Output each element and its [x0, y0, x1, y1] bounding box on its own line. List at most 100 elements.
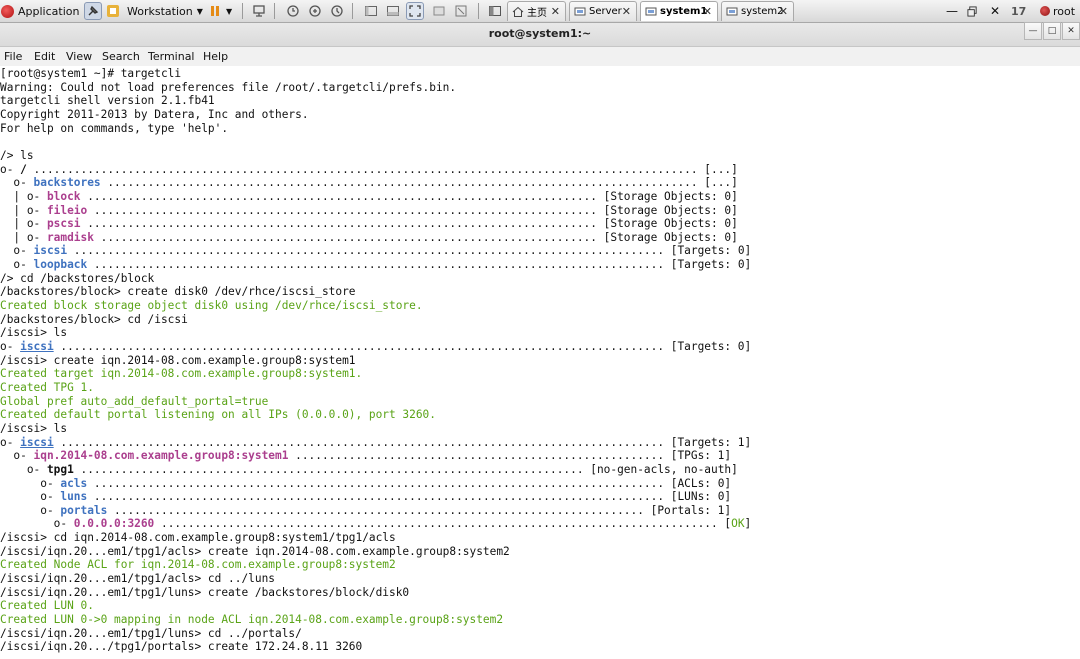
menu-terminal[interactable]: Terminal — [148, 50, 195, 63]
snapshot-manager-icon[interactable] — [328, 2, 346, 20]
sidebar-view-icon[interactable] — [362, 2, 380, 20]
applications-menu[interactable]: Application — [1, 2, 81, 20]
workstation-menu[interactable]: Workstation ▼ — [124, 2, 203, 20]
terminal-line: /iscsi> ls — [0, 422, 67, 436]
divider — [478, 3, 479, 19]
terminal-text: Copyright 2011-2013 by Datera, Inc and o… — [0, 107, 309, 121]
terminal-text: targetcli shell version 2.1.fb41 — [0, 94, 215, 108]
terminal-line: /iscsi/iqn.20...em1/tpg1/acls> create iq… — [0, 545, 510, 559]
terminal-text: [root@system1 ~]# targetcli — [0, 67, 182, 80]
terminal-text: block — [46, 189, 81, 203]
terminal-text: | o- — [0, 230, 47, 244]
terminal-text: Created Node ACL for iqn.2014-08.com.exa… — [0, 558, 396, 572]
terminal-line: /backstores/block> create disk0 /dev/rhc… — [0, 285, 355, 299]
terminal-text: /iscsi/iqn.20...em1/tpg1/luns> create /b… — [0, 585, 410, 599]
terminal-text: o- — [0, 490, 61, 504]
terminal-line: o- iscsi ...............................… — [0, 436, 751, 450]
console-view-icon[interactable] — [384, 2, 402, 20]
terminal-text: ........................................… — [288, 449, 732, 463]
terminal-text: Global pref auto_add_default_portal=true — [0, 394, 269, 408]
window-titlebar[interactable]: root@system1:~ — [0, 23, 1080, 47]
restore-icon[interactable] — [967, 2, 981, 20]
terminal-text: loopback — [33, 258, 88, 272]
terminal-text: ........................................… — [93, 230, 738, 244]
terminal-text: ramdisk — [46, 230, 94, 244]
terminal-text: iscsi — [20, 435, 54, 449]
close-icon[interactable]: ✕ — [551, 5, 560, 18]
stretch-icon[interactable] — [452, 2, 470, 20]
fullscreen-icon[interactable] — [406, 2, 424, 20]
terminal-line: /> ls — [0, 149, 34, 163]
terminal-text: ........................................… — [80, 217, 738, 231]
terminal-text: acls — [60, 476, 88, 490]
user-icon — [1040, 6, 1050, 16]
menu-help[interactable]: Help — [203, 50, 228, 63]
close-icon[interactable]: ✕ — [1062, 22, 1080, 40]
applications-label: Application — [18, 4, 80, 18]
menu-edit[interactable]: Edit — [34, 50, 55, 63]
terminal-line: o- portals .............................… — [0, 504, 731, 518]
tab-server[interactable]: Server ✕ — [569, 1, 637, 21]
terminal-line: Created block storage object disk0 using… — [0, 299, 423, 313]
terminal-text: Created LUN 0->0 mapping in node ACL iqn… — [0, 613, 504, 626]
terminal-line: o- 0.0.0.0:3260 ........................… — [0, 517, 752, 531]
terminal-line: o- acls ................................… — [0, 477, 731, 491]
terminal-text: fileio — [46, 203, 88, 217]
menu-view[interactable]: View — [66, 50, 92, 63]
terminal-text: o- — [0, 435, 21, 449]
terminal-text: ........................................… — [87, 203, 738, 217]
terminal-text: /> cd /backstores/block — [0, 271, 155, 285]
close-icon[interactable]: ✕ — [622, 5, 631, 18]
terminal-text: /iscsi/iqn.20.../tpg1/portals> create 17… — [0, 640, 363, 654]
terminal-text: /iscsi/iqn.20...em1/tpg1/luns> cd ../por… — [0, 626, 302, 640]
terminal-text: Created target iqn.2014-08.com.example.g… — [0, 367, 363, 381]
vm-icon — [645, 6, 657, 18]
terminal-text: ] — [744, 517, 752, 531]
pin-icon[interactable] — [84, 2, 102, 20]
network-icon[interactable] — [250, 2, 268, 20]
terminal-line: /iscsi> cd iqn.2014-08.com.example.group… — [0, 531, 396, 545]
snapshot-back-icon[interactable] — [284, 2, 302, 20]
pause-dropdown-icon[interactable]: ▼ — [226, 2, 236, 20]
terminal-text: /> ls — [0, 148, 34, 162]
close-icon[interactable]: ✕ — [990, 2, 1004, 20]
terminal-line: o- loopback ............................… — [0, 258, 751, 272]
terminal-line: o- backstores ..........................… — [0, 176, 737, 190]
menu-search[interactable]: Search — [102, 50, 140, 63]
divider — [242, 3, 243, 19]
terminal-line: | o- fileio ............................… — [0, 203, 738, 218]
window-title: root@system1:~ — [488, 27, 592, 40]
tab-home[interactable]: 主页 ✕ — [507, 1, 566, 21]
pause-icon[interactable] — [206, 2, 224, 20]
terminal-text: /iscsi> ls — [0, 326, 68, 340]
terminal-line: o- iscsi ...............................… — [0, 244, 751, 258]
snapshot-take-icon[interactable] — [306, 2, 324, 20]
terminal-line: /> cd /backstores/block — [0, 272, 154, 286]
terminal-line: /iscsi> create iqn.2014-08.com.example.g… — [0, 354, 355, 368]
terminal-text: Created LUN 0. — [0, 599, 94, 613]
terminal-area[interactable]: [root@system1 ~]# targetcli Warning: Coul… — [0, 66, 1080, 659]
user-menu[interactable]: root — [1040, 2, 1080, 20]
minimize-icon[interactable]: — — [946, 2, 960, 20]
terminal-text: Created block storage object disk0 using… — [0, 299, 423, 313]
library-icon[interactable] — [486, 2, 504, 20]
tab-label: Server — [589, 6, 622, 17]
terminal-text: /iscsi> cd iqn.2014-08.com.example.group… — [0, 531, 396, 545]
terminal-line: o- luns ................................… — [0, 490, 731, 504]
minimize-icon[interactable]: — — [1024, 22, 1042, 40]
terminal-text: ........................................… — [73, 462, 738, 476]
unity-icon[interactable] — [430, 2, 448, 20]
tab-system1[interactable]: system1 ✕ — [640, 1, 718, 21]
terminal-text: o- — [0, 462, 47, 476]
terminal-text: ........................................… — [53, 435, 752, 449]
terminal-text: iscsi — [20, 340, 54, 353]
terminal-line: | o- block .............................… — [0, 189, 737, 204]
maximize-icon[interactable]: □ — [1043, 22, 1061, 40]
terminal-text: pscsi — [46, 217, 81, 231]
close-icon[interactable]: ✕ — [703, 5, 712, 18]
tab-system2[interactable]: system2 ✕ — [721, 1, 794, 21]
menu-file[interactable]: File — [4, 50, 22, 63]
close-icon[interactable]: ✕ — [779, 5, 788, 18]
vm-icon — [574, 6, 586, 18]
terminal-text: luns — [60, 490, 88, 504]
